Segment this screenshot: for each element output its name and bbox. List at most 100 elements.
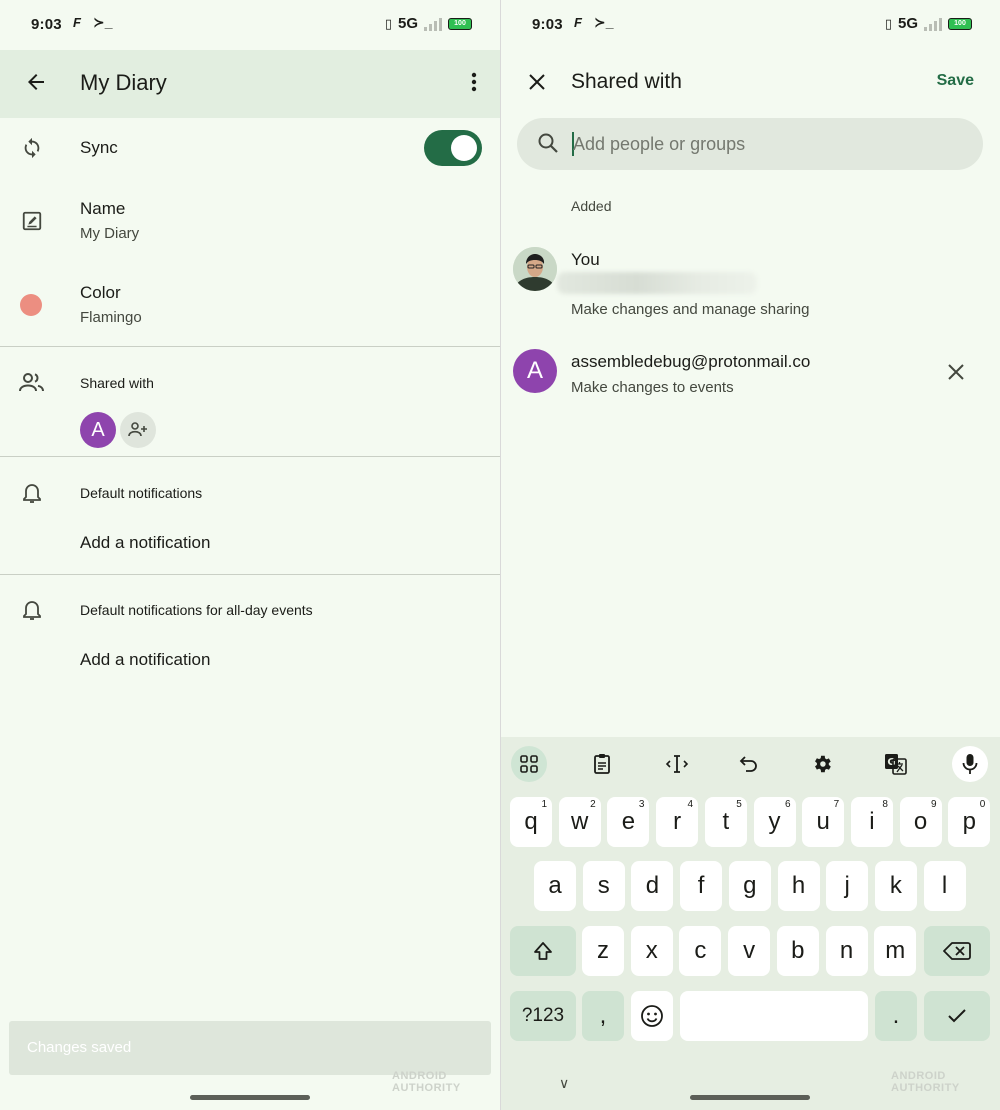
key-f-label: f [697, 872, 705, 899]
share-dialog-screen: 9:03 F ≻_ ▯ 5G 100 Shared with Save Add … [501, 0, 1000, 1110]
divider [0, 346, 500, 347]
key-d[interactable]: d [631, 861, 674, 911]
key-r[interactable]: r4 [656, 797, 699, 847]
page-title: My Diary [80, 70, 167, 95]
snackbar-text: Changes saved [27, 1039, 132, 1056]
key-m[interactable]: m [874, 926, 917, 976]
key-x[interactable]: x [630, 926, 673, 976]
key-p[interactable]: p0 [948, 797, 991, 847]
save-button[interactable]: Save [937, 72, 974, 90]
sync-icon [18, 134, 46, 162]
key-n-label: n [839, 937, 854, 964]
name-label[interactable]: Name [80, 199, 125, 219]
emoji-key[interactable] [631, 991, 673, 1041]
enter-key[interactable] [924, 991, 990, 1041]
signal-icon [424, 17, 442, 31]
home-indicator[interactable] [690, 1095, 810, 1100]
default-notifications-label: Default notifications [80, 485, 203, 501]
text-cursor-icon[interactable] [659, 746, 695, 782]
color-swatch [20, 294, 42, 316]
key-p-label: p [962, 808, 976, 835]
status-bar: 9:03 F ≻_ ▯ 5G 100 [501, 0, 1000, 50]
key-hint: 5 [736, 799, 742, 810]
key-t-label: t [722, 808, 730, 835]
key-y[interactable]: y6 [753, 797, 796, 847]
hide-keyboard-chevron-icon[interactable]: ∨ [559, 1075, 569, 1092]
key-u[interactable]: u7 [802, 797, 845, 847]
key-y-label: y [768, 808, 781, 835]
key-s-label: s [597, 872, 610, 899]
key-z[interactable]: z [582, 926, 624, 976]
period-key-label: . [892, 1002, 900, 1029]
close-icon[interactable] [523, 66, 551, 98]
color-value[interactable]: Flamingo [80, 309, 142, 326]
key-hint: 2 [590, 799, 596, 810]
symbols-key[interactable]: ?123 [510, 991, 576, 1041]
signal-icon [924, 17, 942, 31]
key-q-label: q [524, 808, 538, 835]
sync-toggle[interactable] [424, 130, 482, 166]
space-key[interactable] [680, 991, 868, 1041]
app-notification-icon: F [73, 15, 81, 30]
allday-notifications-label: Default notifications for all-day events [80, 602, 313, 618]
key-d-label: d [645, 872, 660, 899]
clipboard-icon[interactable] [584, 746, 620, 782]
member-role[interactable]: Make changes to events [571, 379, 734, 396]
translate-icon[interactable]: G [878, 746, 914, 782]
calendar-settings-screen: 9:03 F ≻_ ▯ 5G 100 My Diary Sync Name My… [0, 0, 500, 1110]
more-vert-icon[interactable] [462, 66, 486, 98]
color-label[interactable]: Color [80, 283, 121, 303]
shift-key[interactable] [510, 926, 576, 976]
key-j-label: j [844, 872, 850, 899]
key-h[interactable]: h [777, 861, 820, 911]
key-i[interactable]: i8 [850, 797, 893, 847]
key-t[interactable]: t5 [704, 797, 747, 847]
backspace-key[interactable] [924, 926, 990, 976]
toggle-knob [451, 135, 477, 161]
back-arrow-icon[interactable] [20, 66, 52, 98]
added-section-label: Added [571, 198, 612, 214]
microphone-icon[interactable] [952, 746, 988, 782]
key-a[interactable]: a [534, 861, 576, 911]
key-f[interactable]: f [680, 861, 723, 911]
key-o[interactable]: o9 [899, 797, 942, 847]
search-input[interactable]: Add people or groups [573, 134, 745, 155]
add-person-button[interactable] [120, 412, 156, 448]
remove-member-icon[interactable] [944, 360, 968, 384]
keyboard-toolbar: G [501, 737, 1000, 787]
shared-with-label: Shared with [80, 375, 154, 391]
settings-gear-icon[interactable] [804, 746, 840, 782]
comma-key[interactable]: , [582, 991, 624, 1041]
add-notification-button[interactable]: Add a notification [80, 533, 210, 553]
key-s[interactable]: s [582, 861, 625, 911]
key-k[interactable]: k [874, 861, 917, 911]
home-indicator[interactable] [190, 1095, 310, 1100]
key-e-label: e [621, 808, 636, 835]
key-w[interactable]: w2 [558, 797, 601, 847]
key-e[interactable]: e3 [607, 797, 650, 847]
key-g[interactable]: g [728, 861, 771, 911]
period-key[interactable]: . [875, 991, 917, 1041]
key-b[interactable]: b [776, 926, 819, 976]
key-q[interactable]: q1 [510, 797, 552, 847]
key-j[interactable]: j [826, 861, 869, 911]
key-u-label: u [816, 808, 830, 835]
name-value[interactable]: My Diary [80, 225, 139, 242]
add-people-search[interactable]: Add people or groups [517, 118, 983, 170]
status-indicators: ▯ 5G 100 [385, 15, 472, 32]
owner-avatar [513, 247, 557, 291]
key-n[interactable]: n [825, 926, 868, 976]
key-hint: 1 [541, 799, 547, 810]
shared-user-avatar[interactable]: A [80, 412, 116, 448]
apps-grid-icon[interactable] [511, 746, 547, 782]
undo-icon[interactable] [731, 746, 767, 782]
divider [0, 574, 500, 575]
key-l[interactable]: l [923, 861, 966, 911]
key-c[interactable]: c [679, 926, 722, 976]
terminal-notification-icon: ≻_ [93, 14, 113, 30]
key-hint: 7 [833, 799, 840, 810]
key-v[interactable]: v [728, 926, 771, 976]
add-allday-notification-button[interactable]: Add a notification [80, 650, 210, 670]
vibrate-icon: ▯ [384, 15, 392, 31]
app-notification-icon: F [574, 15, 582, 30]
